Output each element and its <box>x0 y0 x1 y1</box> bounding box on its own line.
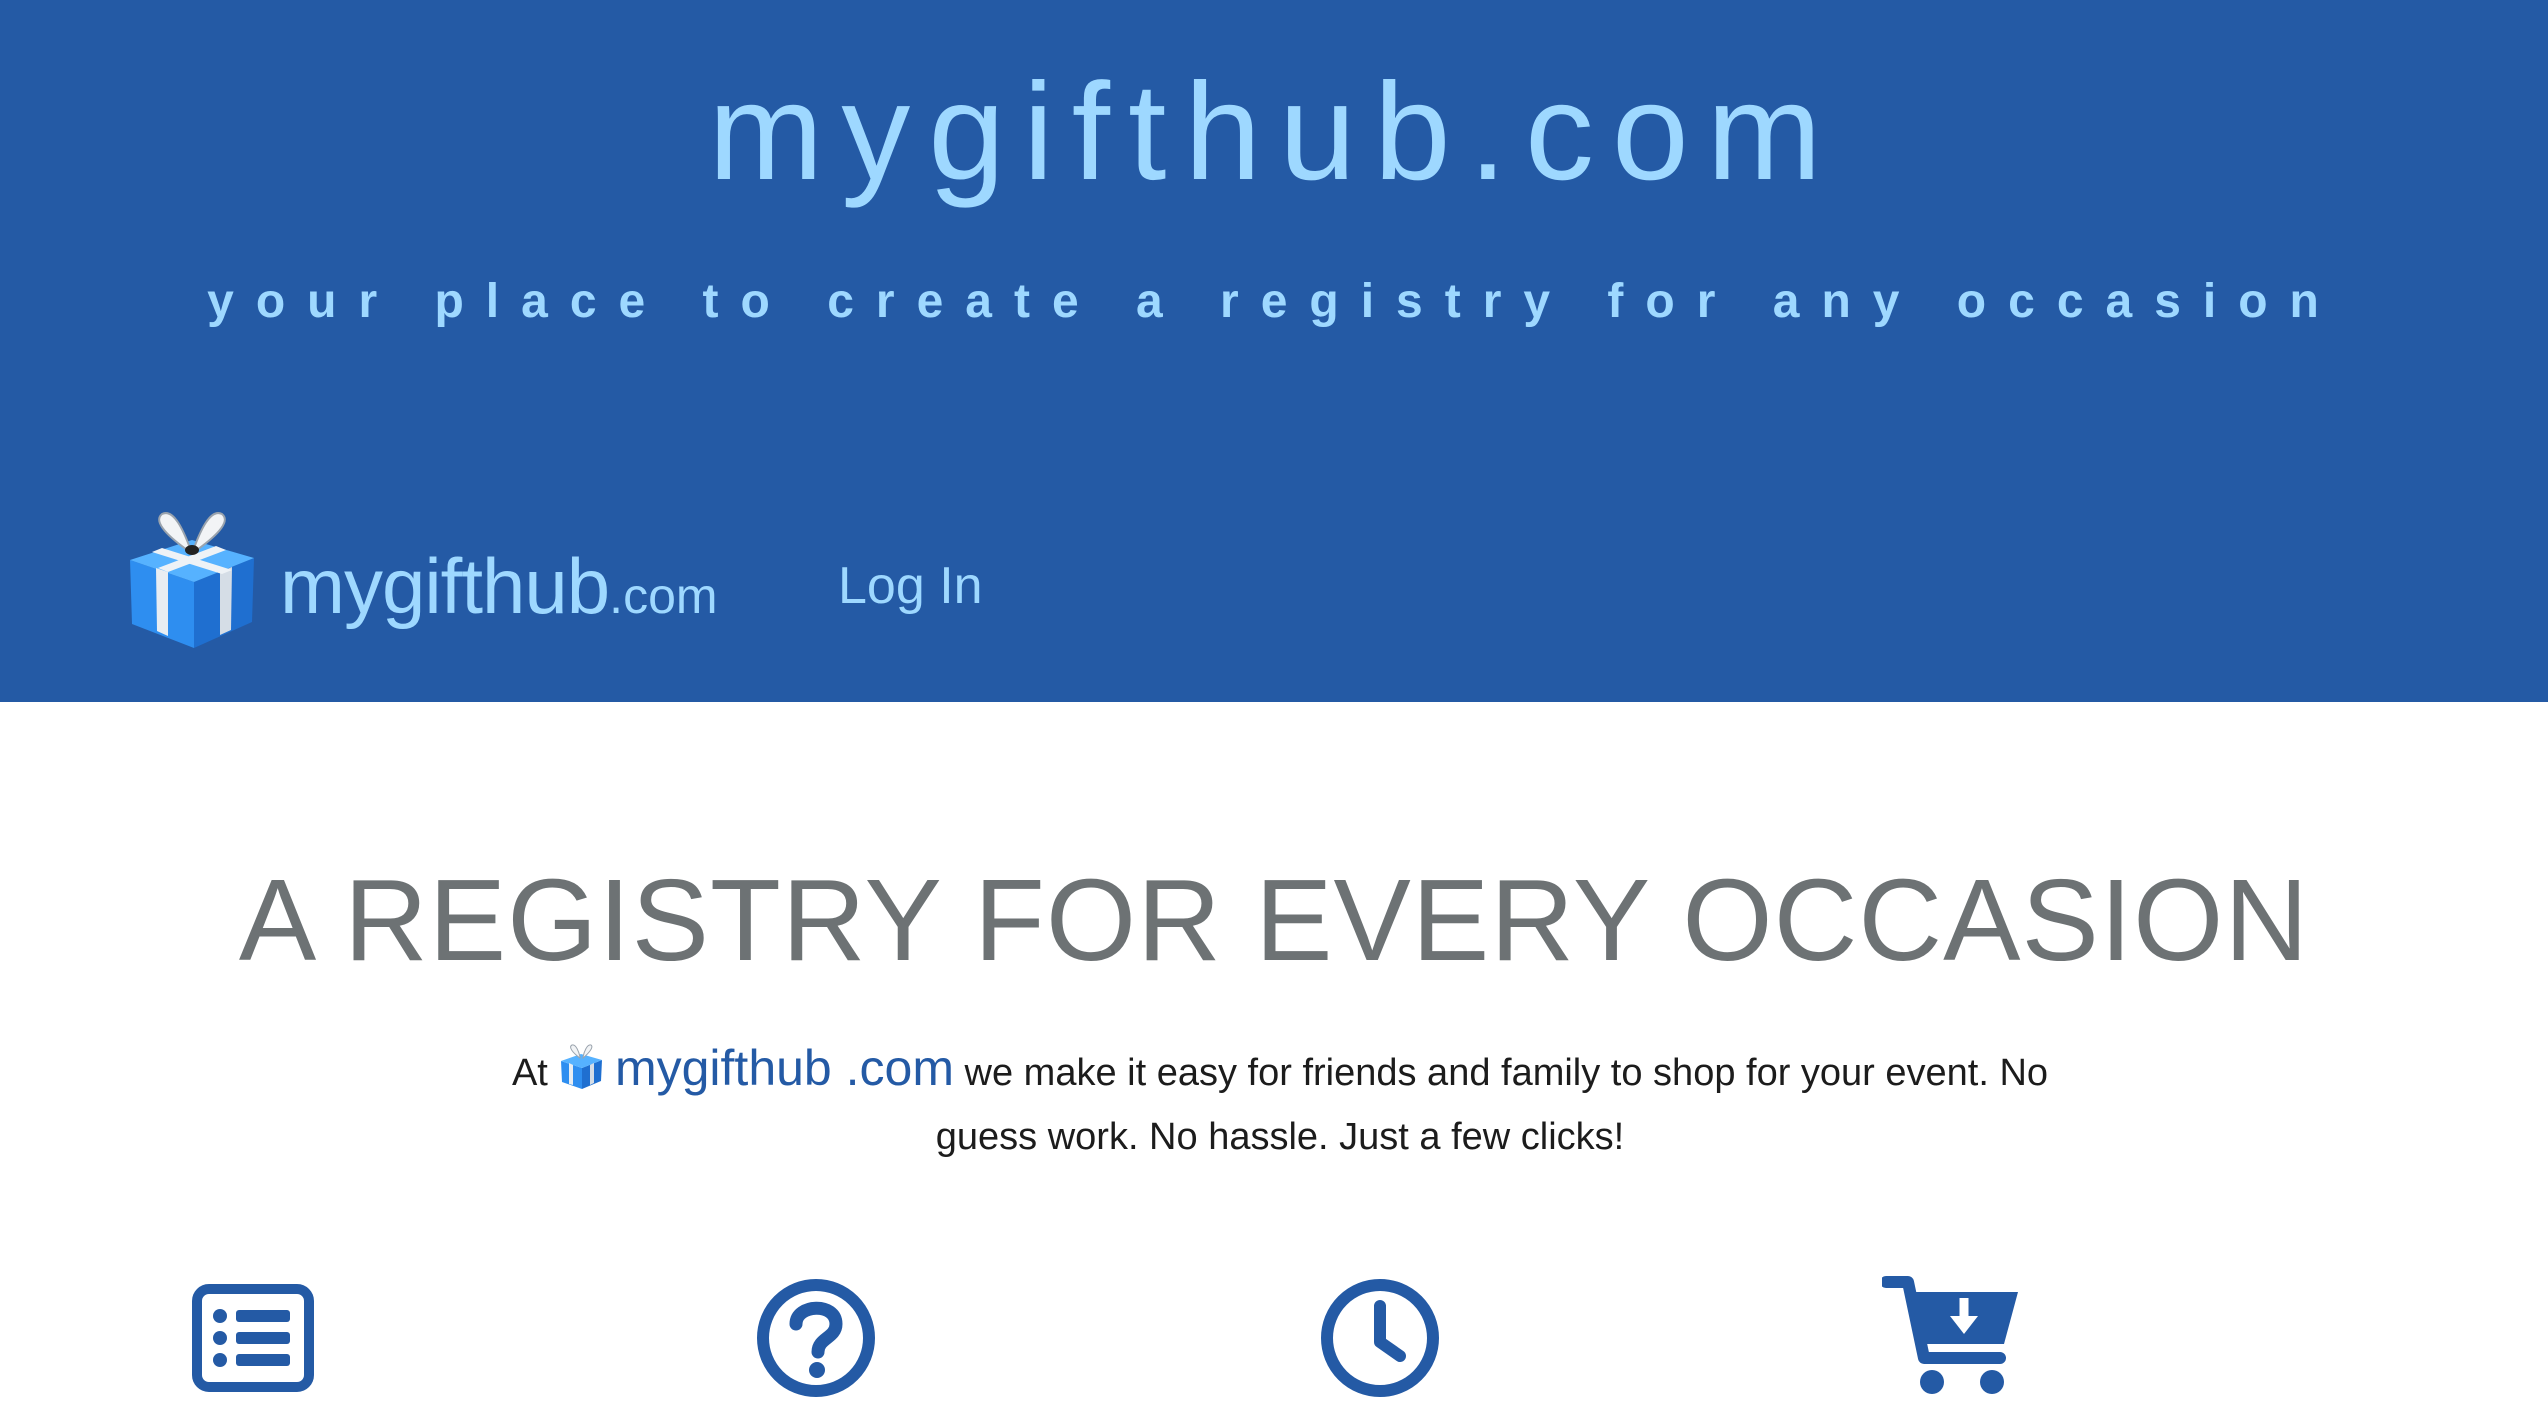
site-title: mygifthub.com <box>708 55 1840 209</box>
list-icon <box>192 1284 314 1392</box>
question-circle-icon <box>757 1279 875 1397</box>
intro-text: we make it easy for friends and family t… <box>935 1052 2049 1158</box>
clock-icon <box>1321 1279 1439 1397</box>
cart-download-icon <box>1882 1276 2018 1394</box>
brand-name-tld: .com <box>609 568 718 624</box>
gift-box-icon <box>130 512 254 648</box>
site-header: mygifthub.com your place to create a reg… <box>0 0 2548 702</box>
intro-paragraph: At mygifthub .com we make it easy for fr… <box>490 1036 2070 1169</box>
section-title: A REGISTRY FOR EVERY OCCASION <box>238 855 2310 985</box>
site-tagline: your place to create a registry for any … <box>207 275 2341 328</box>
gift-box-small-icon <box>561 1044 603 1089</box>
login-link[interactable]: Log In <box>838 554 983 618</box>
brand-name: mygifthub.com <box>280 538 718 644</box>
intro-prefix: At <box>511 1052 548 1094</box>
brand-name-main: mygifthub <box>280 542 610 630</box>
navbar: mygifthub.com Log In <box>0 500 2548 670</box>
intro-brand: mygifthub .com <box>614 1040 954 1096</box>
